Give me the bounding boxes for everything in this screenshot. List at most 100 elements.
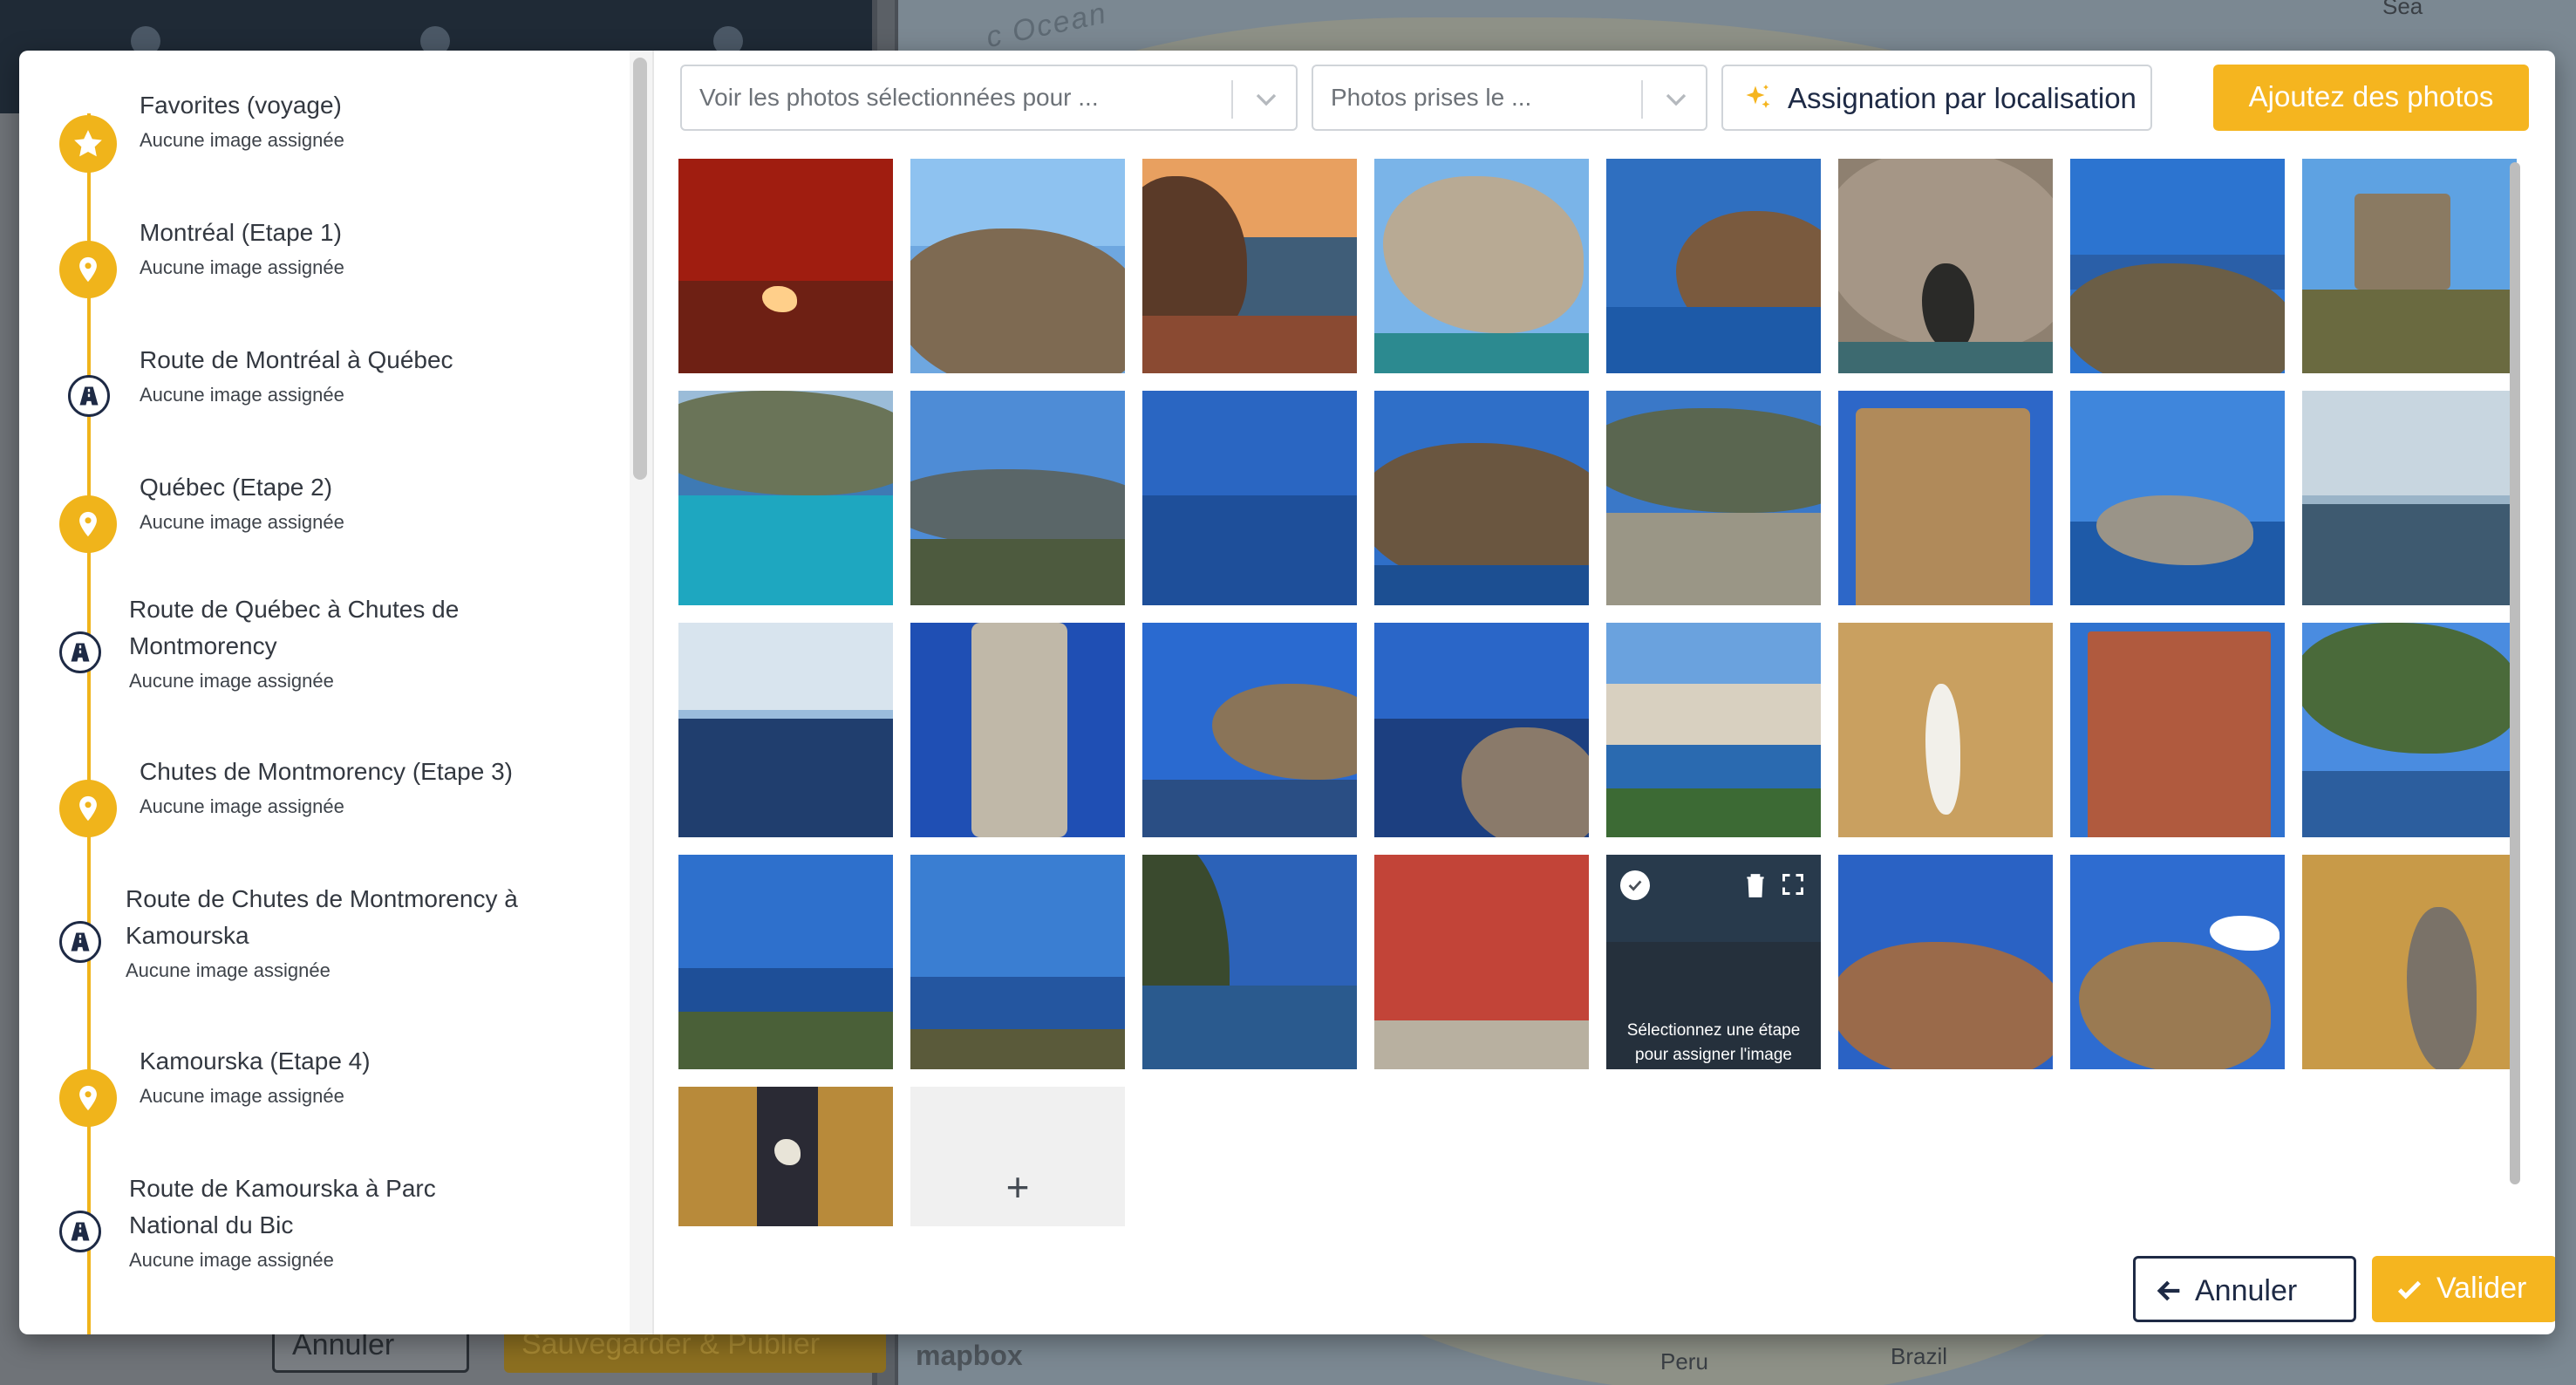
sidebar-item-subtitle: Aucune image assignée — [140, 795, 344, 817]
sidebar-item-montreal[interactable]: Montréal (Etape 1) Aucune image assignée — [19, 209, 621, 314]
sidebar-item-route-chutes-kamourska[interactable]: Route de Chutes de Montmorency à Kamours… — [19, 876, 621, 1006]
photo-hover-hint-line: pour assigner l'image — [1635, 1046, 1792, 1064]
location-pin-icon — [59, 241, 117, 298]
photo-thumbnail[interactable] — [1838, 391, 2053, 605]
add-photo-tile[interactable]: + — [910, 1087, 1125, 1226]
trash-icon[interactable] — [1744, 872, 1767, 898]
photo-thumbnail-hovered[interactable]: Sélectionnez une étape pour assigner l'i… — [1606, 855, 1821, 1069]
photo-thumbnail[interactable] — [1374, 855, 1589, 1069]
sidebar-item-favorites[interactable]: Favorites (voyage) Aucune image assignée — [19, 82, 621, 187]
sidebar-item-subtitle: Aucune image assignée — [140, 384, 344, 406]
photo-grid: Sélectionnez une étape pour assigner l'i… — [678, 159, 2520, 1275]
add-photos-button[interactable]: Ajoutez des photos — [2213, 65, 2529, 131]
sidebar-item-title: Kamourska (Etape 4) — [140, 1047, 371, 1075]
photo-hover-overlay: Sélectionnez une étape pour assigner l'i… — [1606, 855, 1821, 1069]
sidebar-item-subtitle: Aucune image assignée — [140, 511, 344, 533]
photo-thumbnail[interactable] — [678, 391, 893, 605]
photo-thumbnail[interactable] — [1142, 391, 1357, 605]
add-photos-label: Ajoutez des photos — [2248, 80, 2494, 113]
photo-thumbnail[interactable] — [2302, 623, 2517, 837]
sidebar-item-quebec[interactable]: Québec (Etape 2) Aucune image assignée — [19, 464, 621, 569]
sidebar-item-route-montreal-quebec[interactable]: Route de Montréal à Québec Aucune image … — [19, 337, 621, 441]
photo-thumbnail[interactable] — [2070, 391, 2285, 605]
photo-assignment-modal: Favorites (voyage) Aucune image assignée… — [19, 51, 2555, 1334]
sidebar-item-title-continued: Montmorency — [129, 632, 277, 659]
photo-thumbnail[interactable] — [1374, 159, 1589, 373]
photo-thumbnail[interactable] — [1838, 623, 2053, 837]
photo-thumbnail[interactable] — [2302, 855, 2517, 1069]
location-pin-icon — [59, 1069, 117, 1127]
expand-icon[interactable] — [1781, 872, 1805, 897]
sidebar-item-title: Route de Québec à Chutes de — [129, 596, 460, 623]
photo-thumbnail[interactable] — [910, 159, 1125, 373]
select-separator — [1231, 80, 1233, 119]
sidebar-item-subtitle: Aucune image assignée — [140, 1085, 344, 1107]
road-icon — [68, 375, 110, 417]
photo-thumbnail[interactable] — [1606, 391, 1821, 605]
photo-thumbnail[interactable] — [678, 1087, 893, 1226]
steps-sidebar: Favorites (voyage) Aucune image assignée… — [19, 51, 630, 1334]
sidebar-item-title: Montréal (Etape 1) — [140, 219, 342, 246]
validate-label: Valider — [2436, 1272, 2527, 1305]
road-icon — [59, 1211, 101, 1252]
photo-thumbnail[interactable] — [678, 159, 893, 373]
sidebar-item-title: Favorites (voyage) — [140, 92, 342, 119]
select-check-icon[interactable] — [1620, 870, 1650, 900]
step-filter-placeholder: Voir les photos sélectionnées pour ... — [699, 84, 1099, 111]
photo-thumbnail[interactable] — [1838, 159, 2053, 373]
photo-thumbnail[interactable] — [910, 855, 1125, 1069]
arrow-left-icon — [2157, 1280, 2180, 1301]
mapbox-logo: mapbox — [916, 1340, 1023, 1371]
sidebar-item-subtitle: Aucune image assignée — [129, 1249, 334, 1271]
map-label-peru: Peru — [1660, 1348, 1708, 1375]
photo-hover-hint: Sélectionnez une étape pour assigner l'i… — [1613, 1019, 1814, 1068]
sidebar-scrollbar-thumb[interactable] — [633, 58, 647, 480]
sidebar-item-title: Route de Kamourska à Parc — [129, 1175, 436, 1202]
road-icon — [59, 921, 101, 963]
sidebar-item-title: Québec (Etape 2) — [140, 474, 333, 501]
photo-thumbnail[interactable] — [2070, 855, 2285, 1069]
sidebar-divider — [652, 51, 654, 1334]
date-filter-placeholder: Photos prises le ... — [1331, 84, 1532, 111]
photo-thumbnail[interactable] — [678, 855, 893, 1069]
photo-thumbnail[interactable] — [910, 391, 1125, 605]
chevron-down-icon — [1666, 93, 1687, 106]
photo-grid-scrollbar-thumb[interactable] — [2510, 162, 2520, 1184]
map-label-brazil: Brazil — [1891, 1343, 1948, 1369]
photo-thumbnail[interactable] — [678, 623, 893, 837]
step-filter-select[interactable]: Voir les photos sélectionnées pour ... — [680, 65, 1298, 131]
photo-thumbnail[interactable] — [1606, 159, 1821, 373]
chevron-down-icon — [1256, 93, 1277, 106]
plus-icon: + — [1005, 1164, 1030, 1210]
sidebar-item-route-quebec-chutes[interactable]: Route de Québec à Chutes de Montmorency … — [19, 586, 621, 717]
photo-thumbnail[interactable] — [2302, 159, 2517, 373]
photo-thumbnail[interactable] — [2070, 159, 2285, 373]
cancel-button[interactable]: Annuler — [2133, 1256, 2356, 1322]
photo-thumbnail[interactable] — [1838, 855, 2053, 1069]
photo-thumbnail[interactable] — [1606, 623, 1821, 837]
photo-thumbnail[interactable] — [910, 623, 1125, 837]
road-icon — [59, 631, 101, 673]
sidebar-item-title: Chutes de Montmorency (Etape 3) — [140, 758, 513, 785]
location-pin-icon — [59, 495, 117, 553]
map-label-sea: Sea — [2382, 0, 2423, 19]
validate-button[interactable]: Valider — [2372, 1256, 2555, 1322]
photo-thumbnail[interactable] — [1142, 159, 1357, 373]
assign-by-location-label: Assignation par localisation — [1788, 82, 2136, 114]
sidebar-item-kamourska[interactable]: Kamourska (Etape 4) Aucune image assigné… — [19, 1038, 621, 1143]
location-pin-icon — [59, 780, 117, 837]
date-filter-select[interactable]: Photos prises le ... — [1312, 65, 1707, 131]
sidebar-item-title: Route de Chutes de Montmorency à — [126, 885, 518, 912]
sidebar-item-chutes-montmorency[interactable]: Chutes de Montmorency (Etape 3) Aucune i… — [19, 748, 621, 853]
photo-thumbnail[interactable] — [1142, 623, 1357, 837]
photo-thumbnail[interactable] — [1374, 623, 1589, 837]
sidebar-item-route-kamourska-bic[interactable]: Route de Kamourska à Parc National du Bi… — [19, 1165, 621, 1296]
sidebar-item-subtitle: Aucune image assignée — [129, 670, 334, 692]
photo-thumbnail[interactable] — [2302, 391, 2517, 605]
photo-thumbnail[interactable] — [2070, 623, 2285, 837]
assign-by-location-button[interactable]: Assignation par localisation — [1721, 65, 2152, 131]
sidebar-item-subtitle: Aucune image assignée — [140, 129, 344, 151]
sidebar-item-title: Route de Montréal à Québec — [140, 346, 453, 373]
photo-thumbnail[interactable] — [1374, 391, 1589, 605]
photo-thumbnail[interactable] — [1142, 855, 1357, 1069]
